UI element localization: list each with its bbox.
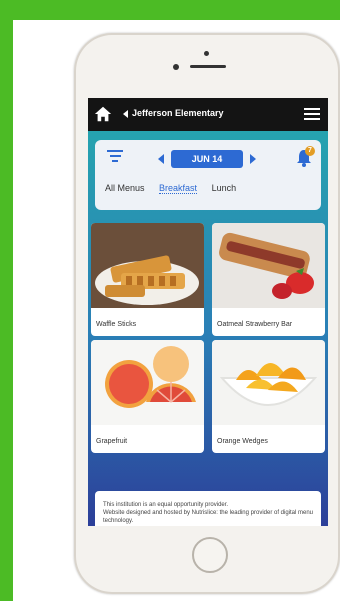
orange-wedges-image bbox=[212, 340, 325, 425]
previous-date-arrow-icon[interactable] bbox=[158, 154, 164, 164]
menu-tabs: All Menus Breakfast Lunch bbox=[105, 183, 248, 199]
menu-item-card[interactable]: Oatmeal Strawberry Bar bbox=[212, 223, 325, 336]
footer-notice: This institution is an equal opportunity… bbox=[95, 491, 321, 526]
app-screen: Jefferson Elementary JUN 14 7 All Menus … bbox=[88, 98, 328, 526]
filter-icon[interactable] bbox=[107, 150, 123, 164]
phone-speaker bbox=[190, 65, 226, 68]
date-selector[interactable]: JUN 14 bbox=[171, 150, 243, 168]
school-name[interactable]: Jefferson Elementary bbox=[132, 108, 224, 118]
notification-badge: 7 bbox=[305, 146, 315, 156]
phone-sensor bbox=[204, 51, 209, 56]
menu-item-card[interactable]: Waffle Sticks bbox=[91, 223, 204, 336]
back-arrow-icon[interactable] bbox=[123, 110, 128, 118]
menu-item-name: Orange Wedges bbox=[217, 438, 268, 445]
menu-item-card[interactable]: Grapefruit bbox=[91, 340, 204, 453]
next-date-arrow-icon[interactable] bbox=[250, 154, 256, 164]
equal-opportunity-text: This institution is an equal opportunity… bbox=[103, 502, 229, 508]
grapefruit-image bbox=[91, 340, 204, 425]
tab-breakfast[interactable]: Breakfast bbox=[159, 183, 198, 194]
tab-all-menus[interactable]: All Menus bbox=[105, 183, 145, 193]
phone-home-button[interactable] bbox=[192, 537, 228, 573]
top-bar: Jefferson Elementary bbox=[88, 98, 328, 131]
menu-item-name: Waffle Sticks bbox=[96, 321, 137, 328]
nutrislice-credit-text[interactable]: Website designed and hosted by Nutrislic… bbox=[103, 509, 313, 525]
home-icon[interactable] bbox=[94, 105, 112, 123]
phone-camera bbox=[173, 64, 179, 70]
phone-frame: Jefferson Elementary JUN 14 7 All Menus … bbox=[74, 33, 340, 594]
tab-lunch[interactable]: Lunch bbox=[212, 183, 237, 193]
menu-item-name: Grapefruit bbox=[96, 438, 128, 445]
hamburger-menu-icon[interactable] bbox=[304, 108, 320, 120]
notification-bell-icon[interactable]: 7 bbox=[295, 146, 315, 170]
green-top-band bbox=[0, 0, 340, 20]
waffle-sticks-image bbox=[91, 223, 204, 308]
menu-item-name: Oatmeal Strawberry Bar bbox=[217, 321, 293, 328]
date-nav-panel: JUN 14 7 All Menus Breakfast Lunch bbox=[95, 140, 321, 210]
oatmeal-strawberry-bar-image bbox=[212, 223, 325, 308]
green-left-band bbox=[0, 0, 13, 601]
menu-item-card[interactable]: Orange Wedges bbox=[212, 340, 325, 453]
